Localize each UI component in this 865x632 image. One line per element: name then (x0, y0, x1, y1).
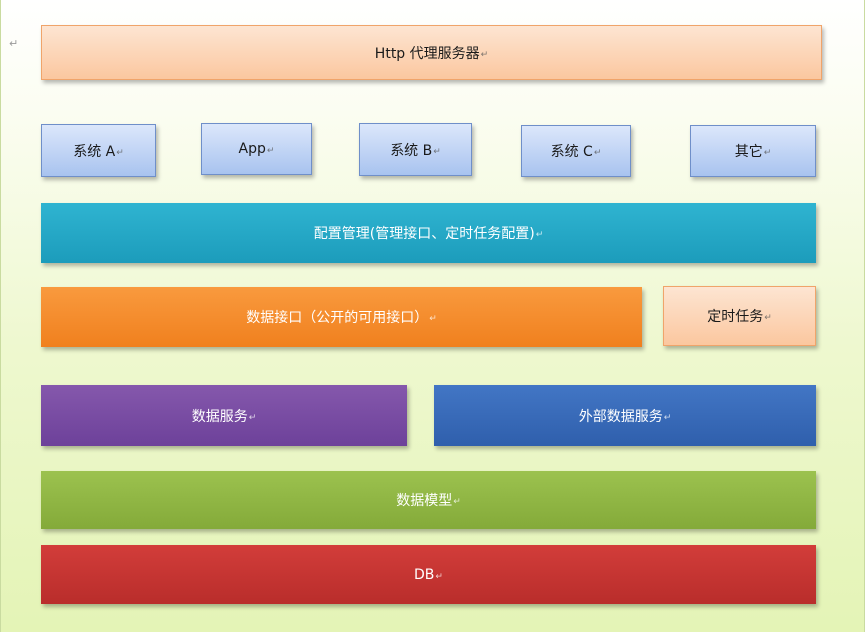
config-management-label: 配置管理(管理接口、定时任务配置) (313, 226, 535, 242)
paragraph-mark-icon: ↵ (435, 571, 443, 582)
data-service-block: 数据服务 ↵ (41, 385, 407, 446)
system-b-block: 系统 B ↵ (359, 123, 472, 176)
paragraph-mark-icon: ↵ (663, 412, 672, 423)
db-block: DB ↵ (41, 545, 816, 604)
data-interface-block: 数据接口（公开的可用接口） ↵ (41, 287, 642, 347)
paragraph-mark-icon: ↵ (429, 314, 437, 324)
system-c-block: 系统 C ↵ (521, 125, 631, 177)
app-block: App ↵ (201, 123, 312, 175)
paragraph-mark-icon: ↵ (266, 146, 275, 156)
paragraph-mark-icon: ↵ (763, 148, 772, 158)
paragraph-mark-icon: ↵ (9, 37, 19, 50)
app-label: App (238, 141, 266, 157)
paragraph-mark-icon: ↵ (248, 412, 257, 423)
scheduled-tasks-block: 定时任务 ↵ (663, 286, 816, 346)
system-a-label: 系统 A (73, 143, 116, 160)
external-data-service-label: 外部数据服务 (578, 408, 663, 425)
paragraph-mark-icon: ↵ (453, 497, 461, 507)
system-a-block: 系统 A ↵ (41, 124, 156, 177)
data-service-label: 数据服务 (191, 408, 248, 425)
paragraph-mark-icon: ↵ (433, 146, 441, 157)
data-model-label: 数据模型 (396, 493, 453, 509)
others-label: 其它 (734, 144, 763, 160)
paragraph-mark-icon: ↵ (116, 147, 124, 158)
http-proxy-server-label: Http 代理服务器 (374, 45, 480, 62)
data-model-block: 数据模型 ↵ (41, 471, 816, 529)
system-c-label: 系统 C (550, 144, 593, 160)
db-label: DB (414, 566, 435, 583)
paragraph-mark-icon: ↵ (764, 313, 772, 323)
http-proxy-server-block: Http 代理服务器 ↵ (41, 25, 822, 80)
scheduled-tasks-label: 定时任务 (707, 309, 764, 325)
paragraph-mark-icon: ↵ (480, 49, 489, 60)
data-interface-label: 数据接口（公开的可用接口） (246, 310, 429, 326)
others-block: 其它 ↵ (690, 125, 816, 177)
paragraph-mark-icon: ↵ (593, 148, 602, 158)
external-data-service-block: 外部数据服务 ↵ (434, 385, 816, 446)
system-b-label: 系统 B (390, 142, 433, 159)
paragraph-mark-icon: ↵ (535, 230, 544, 240)
architecture-diagram: ↵ Http 代理服务器 ↵ 系统 A ↵ App ↵ 系统 B ↵ 系统 C ↵ 其它 ↵… (0, 0, 865, 632)
config-management-block: 配置管理(管理接口、定时任务配置) ↵ (41, 203, 816, 263)
